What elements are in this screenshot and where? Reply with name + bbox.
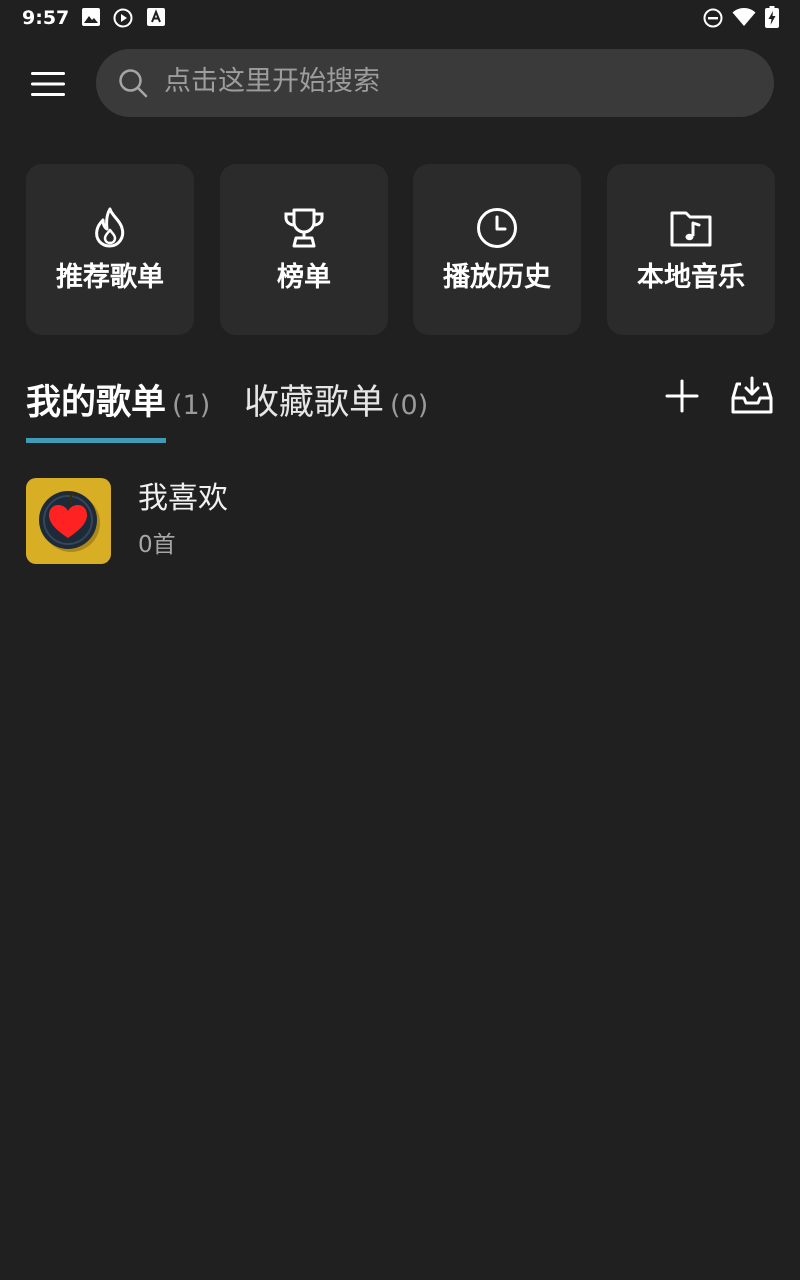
search-bar[interactable]: 点击这里开始搜索	[96, 49, 774, 117]
shortcut-local-music[interactable]: 本地音乐	[607, 164, 775, 335]
music-folder-icon	[670, 211, 712, 247]
tab-favorite-playlists[interactable]: 收藏歌单 (0)	[244, 380, 428, 428]
tab-count: (1)	[172, 390, 211, 421]
play-circle-icon	[113, 8, 133, 28]
shortcut-label: 播放历史	[443, 262, 551, 293]
shortcut-label: 榜单	[277, 262, 331, 293]
image-icon	[82, 8, 100, 26]
shortcut-label: 本地音乐	[637, 262, 745, 293]
shortcut-recommended-playlists[interactable]: 推荐歌单	[26, 164, 194, 335]
inbox-download-icon	[731, 376, 773, 414]
app-screen: 9:57 点击这里开始搜索 推荐歌单 榜单 播放历史 本地音乐 我的歌单 (1)…	[0, 0, 800, 1280]
status-time: 9:57	[22, 7, 70, 29]
active-tab-indicator	[26, 438, 166, 443]
shortcut-grid: 推荐歌单 榜单 播放历史 本地音乐	[26, 164, 775, 335]
menu-button[interactable]	[26, 62, 70, 106]
hamburger-menu-icon	[31, 72, 65, 96]
plus-icon	[665, 379, 699, 413]
fire-icon	[95, 207, 125, 248]
playlist-name: 我喜欢	[138, 481, 228, 516]
playlist-cover	[26, 478, 111, 564]
search-placeholder: 点击这里开始搜索	[164, 66, 380, 97]
clock-icon	[477, 208, 517, 248]
text-a-icon	[147, 8, 165, 26]
heart-record-icon	[39, 491, 100, 552]
add-playlist-button[interactable]	[658, 372, 706, 420]
status-bar: 9:57	[0, 0, 800, 36]
battery-charging-icon	[765, 6, 779, 28]
shortcut-play-history[interactable]: 播放历史	[413, 164, 581, 335]
tab-title: 我的歌单	[26, 383, 167, 423]
shortcut-charts[interactable]: 榜单	[220, 164, 388, 335]
tab-my-playlists[interactable]: 我的歌单 (1)	[26, 380, 210, 428]
import-playlist-button[interactable]	[728, 372, 776, 420]
trophy-icon	[284, 208, 324, 248]
do-not-disturb-icon	[703, 8, 723, 28]
wifi-icon	[732, 8, 756, 26]
playlist-song-count: 0首	[138, 532, 176, 558]
shortcut-label: 推荐歌单	[56, 262, 164, 293]
playlist-item[interactable]: 我喜欢 0首	[0, 470, 800, 570]
tab-count: (0)	[390, 390, 429, 421]
tab-title: 收藏歌单	[244, 383, 385, 423]
search-icon	[119, 69, 148, 98]
